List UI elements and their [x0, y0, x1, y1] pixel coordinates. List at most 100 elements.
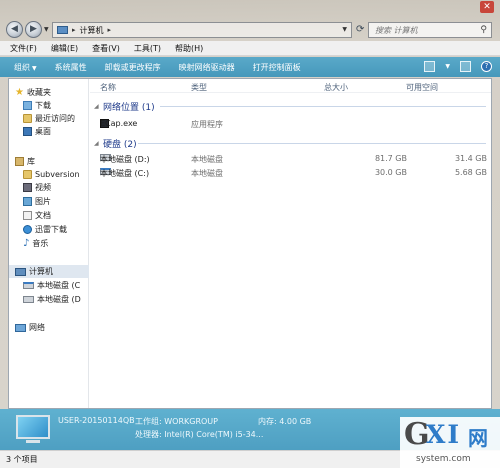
chevron-down-icon[interactable]: ▼ — [445, 61, 450, 72]
computer-name: USER-20150114QB — [58, 416, 135, 425]
nav-item-label: 文档 — [35, 211, 51, 220]
nav-computer-label: 计算机 — [29, 267, 53, 276]
group-title: 硬盘 (2) — [103, 140, 137, 150]
system-properties-button[interactable]: 系统属性 — [55, 62, 87, 73]
nav-item-label: Subversion — [35, 170, 80, 179]
workgroup-text: 工作组: WORKGROUP — [135, 417, 218, 426]
nav-network-label: 网络 — [29, 323, 45, 332]
menu-edit[interactable]: 编辑(E) — [51, 43, 78, 54]
logo-url: system.com — [416, 454, 471, 464]
open-control-panel-button[interactable]: 打开控制面板 — [253, 62, 301, 73]
list-item[interactable]: 本地磁盘 (D:) 本地磁盘 81.7 GB 31.4 GB — [90, 154, 491, 164]
chevron-down-icon[interactable]: ▼ — [342, 26, 347, 33]
group-hard-disks[interactable]: ◢ 硬盘 (2) — [94, 137, 137, 150]
column-total-size[interactable]: 总大小 — [324, 82, 348, 93]
nav-favorites-label: 收藏夹 — [26, 88, 51, 97]
organize-button[interactable]: 组织 ▼ — [14, 62, 37, 73]
collapse-triangle-icon[interactable]: ◢ — [94, 103, 100, 110]
nav-item-label: 最近访问的 — [35, 114, 75, 123]
nav-item-label: 图片 — [35, 197, 51, 206]
view-tools: ▼ ? — [424, 61, 492, 72]
item-total-size: 81.7 GB — [374, 154, 407, 163]
content-pane: 名称 类型 总大小 可用空间 ◢ 网络位置 (1) ECap.exe 应用程序 — [90, 79, 491, 408]
item-total-size: 30.0 GB — [374, 168, 407, 177]
item-type: 应用程序 — [191, 120, 223, 129]
navigation-pane[interactable]: ★ 收藏夹 下载 最近访问的 桌面 库 Subversion 视频 图片 文档 … — [9, 79, 89, 408]
item-type: 本地磁盘 — [191, 169, 223, 178]
column-headers: 名称 类型 总大小 可用空间 — [90, 79, 491, 93]
thunder-download-icon — [23, 225, 32, 234]
group-divider — [160, 106, 486, 107]
network-icon — [15, 323, 26, 332]
address-bar[interactable]: ▸ 计算机 ▸ ▼ — [52, 22, 352, 38]
nav-computer[interactable]: 计算机 — [9, 265, 89, 278]
nav-item-label: 迅雷下载 — [35, 225, 67, 234]
computer-monitor-icon — [16, 415, 50, 439]
item-name-label: 本地磁盘 (D:) — [100, 155, 150, 164]
map-network-drive-button[interactable]: 映射网络驱动器 — [179, 62, 235, 73]
search-icon[interactable]: ⚲ — [480, 25, 487, 35]
computer-icon — [57, 26, 68, 34]
breadcrumb-separator-icon[interactable]: ▸ — [72, 26, 76, 34]
column-type[interactable]: 类型 — [191, 82, 207, 93]
main-area: ★ 收藏夹 下载 最近访问的 桌面 库 Subversion 视频 图片 文档 … — [8, 78, 492, 409]
item-free-space: 31.4 GB — [454, 154, 487, 163]
breadcrumb-separator-icon[interactable]: ▸ — [108, 26, 112, 34]
group-title: 网络位置 (1) — [103, 103, 155, 113]
menu-help[interactable]: 帮助(H) — [175, 43, 203, 54]
collapse-triangle-icon[interactable]: ◢ — [94, 140, 100, 147]
nav-item-label: 视频 — [35, 183, 51, 192]
forward-button[interactable]: ▶ — [25, 21, 42, 38]
search-box[interactable]: ⚲ — [368, 22, 492, 38]
menu-tools[interactable]: 工具(T) — [134, 43, 161, 54]
nav-network[interactable]: 网络 — [15, 321, 95, 334]
nav-item-label: 桌面 — [35, 127, 51, 136]
menu-file[interactable]: 文件(F) — [10, 43, 37, 54]
group-network-locations[interactable]: ◢ 网络位置 (1) — [94, 100, 155, 113]
nav-libraries[interactable]: 库 — [15, 155, 95, 168]
refresh-icon[interactable]: ⟳ — [356, 24, 364, 35]
logo-xi: XI — [426, 420, 462, 449]
list-item[interactable]: 本地磁盘 (C:) 本地磁盘 30.0 GB 5.68 GB — [90, 168, 491, 178]
desktop-icon — [23, 127, 32, 136]
close-icon[interactable]: ✕ — [480, 1, 494, 13]
nav-item-label: 本地磁盘 (C — [37, 281, 81, 290]
column-free-space[interactable]: 可用空间 — [406, 82, 438, 93]
nav-libraries-label: 库 — [27, 157, 35, 166]
system-drive-icon — [23, 282, 34, 289]
address-row: ✕ ◀ ▶ ▼ ▸ 计算机 ▸ ▼ ⟳ ⚲ — [0, 0, 500, 40]
library-icon — [15, 157, 24, 166]
preview-pane-icon[interactable] — [460, 61, 471, 72]
item-name-label: 本地磁盘 (C:) — [100, 169, 150, 178]
processor-text: 处理器: Intel(R) Core(TM) i5-34... — [135, 430, 264, 439]
column-name[interactable]: 名称 — [100, 82, 116, 93]
drive-icon — [23, 296, 34, 303]
change-view-icon[interactable] — [424, 61, 436, 72]
uninstall-program-button[interactable]: 卸载或更改程序 — [105, 62, 161, 73]
organize-label: 组织 — [14, 62, 30, 72]
item-free-space: 5.68 GB — [454, 168, 487, 177]
music-icon: ♪ — [23, 238, 30, 249]
menu-view[interactable]: 查看(V) — [92, 43, 120, 54]
item-name-label: ECap.exe — [100, 119, 138, 128]
folder-icon — [23, 170, 32, 179]
command-bar: 组织 ▼ 系统属性 卸载或更改程序 映射网络驱动器 打开控制面板 ▼ ? — [0, 57, 500, 77]
nav-item-label: 本地磁盘 (D — [37, 295, 81, 304]
nav-item-label: 下载 — [35, 101, 51, 110]
star-icon: ★ — [15, 87, 24, 98]
logo-net: 网 — [468, 426, 488, 450]
document-icon — [23, 211, 32, 220]
help-icon[interactable]: ? — [481, 61, 492, 72]
chevron-down-icon: ▼ — [32, 64, 37, 72]
nav-favorites[interactable]: ★ 收藏夹 — [15, 86, 95, 99]
recent-places-icon — [23, 114, 32, 123]
computer-icon — [15, 267, 26, 276]
list-item[interactable]: ECap.exe 应用程序 — [90, 119, 491, 129]
item-type: 本地磁盘 — [191, 155, 223, 164]
back-button[interactable]: ◀ — [6, 21, 23, 38]
search-input[interactable] — [375, 25, 475, 35]
picture-icon — [23, 197, 32, 206]
group-divider — [138, 143, 486, 144]
breadcrumb-computer[interactable]: 计算机 — [80, 25, 104, 36]
recent-pages-chevron-icon[interactable]: ▼ — [44, 26, 49, 33]
